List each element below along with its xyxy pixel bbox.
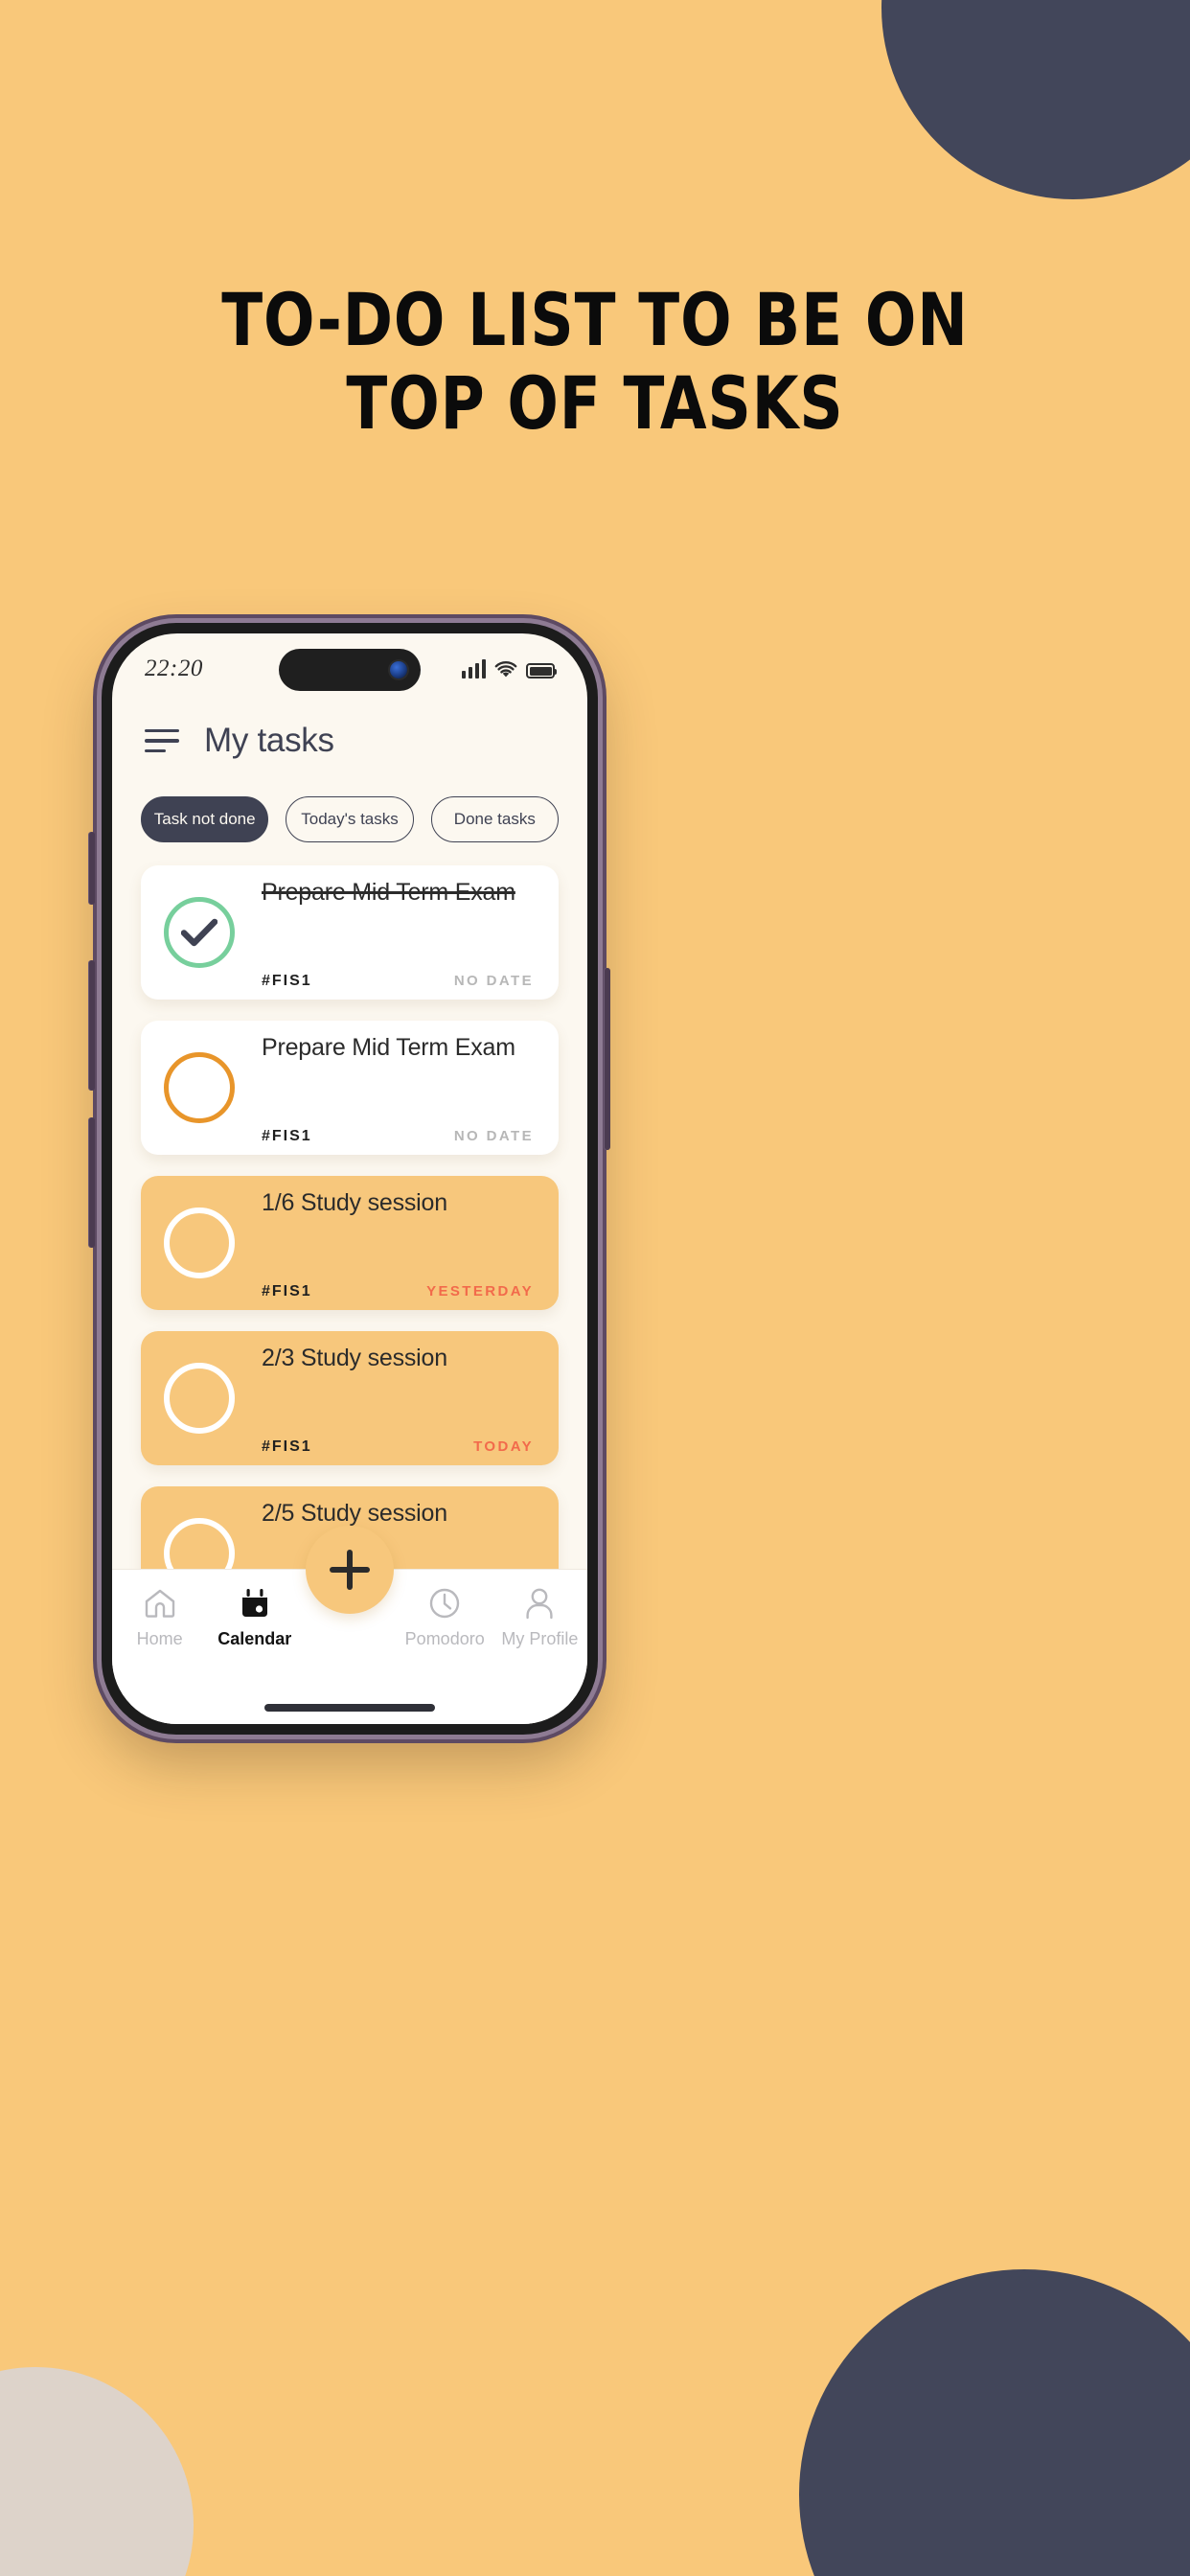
- nav-label: Calendar: [217, 1629, 292, 1648]
- task-content: 2/5 Study session #FINANCE 16 JUN: [262, 1486, 534, 1569]
- task-content: 1/6 Study session #FIS1 YESTERDAY: [262, 1176, 534, 1310]
- task-content: Prepare Mid Term Exam #FIS1 NO DATE: [262, 1021, 534, 1155]
- nav-label: My Profile: [501, 1629, 579, 1648]
- filter-chip-group: Task not done Today's tasks Done tasks: [112, 768, 587, 842]
- status-bar: 22:20: [112, 633, 587, 697]
- phone-volume-down-button: [89, 1117, 95, 1248]
- dynamic-island: [279, 649, 421, 691]
- hamburger-menu-icon[interactable]: [145, 728, 179, 753]
- task-date: TODAY: [473, 1438, 534, 1455]
- task-checkbox-unchecked[interactable]: [164, 1208, 235, 1278]
- nav-item-my-profile[interactable]: My Profile: [492, 1585, 587, 1649]
- battery-full-icon: [526, 663, 557, 678]
- filter-chip-done-tasks[interactable]: Done tasks: [430, 796, 559, 842]
- user-icon: [523, 1585, 556, 1622]
- task-list: Prepare Mid Term Exam #FIS1 NO DATE Prep…: [112, 842, 587, 1569]
- wifi-icon: [494, 660, 517, 678]
- page-title: My tasks: [204, 722, 334, 759]
- clock-icon: [428, 1585, 461, 1622]
- decorative-circle-top-right: [881, 0, 1190, 199]
- task-row[interactable]: Prepare Mid Term Exam #FIS1 NO DATE: [141, 865, 559, 1000]
- decorative-circle-bottom-left: [0, 2367, 194, 2576]
- nav-item-home[interactable]: Home: [112, 1585, 207, 1649]
- cellular-signal-icon: [461, 659, 486, 678]
- task-tag: #FIS1: [262, 973, 312, 989]
- phone-screen: 22:20 My tasks Task not done Today's tas…: [112, 633, 587, 1724]
- task-tag: #FIS1: [262, 1438, 312, 1455]
- task-meta: #FIS1 TODAY: [262, 1438, 534, 1456]
- nav-label: Pomodoro: [404, 1629, 485, 1648]
- task-title: 2/5 Study session: [262, 1500, 447, 1527]
- task-checkbox-checked[interactable]: [164, 897, 235, 968]
- phone-mockup: 22:20 My tasks Task not done Today's tas…: [89, 623, 610, 1735]
- phone-volume-up-button: [89, 960, 95, 1091]
- nav-label: Home: [136, 1629, 183, 1648]
- task-tag: #FIS1: [262, 1128, 312, 1144]
- phone-mute-switch: [89, 832, 95, 905]
- task-title: 2/3 Study session: [262, 1345, 447, 1371]
- task-checkbox-unchecked[interactable]: [164, 1363, 235, 1434]
- front-camera-icon: [390, 661, 407, 678]
- task-row[interactable]: Prepare Mid Term Exam #FIS1 NO DATE: [141, 1021, 559, 1155]
- poster-canvas: TO-DO LIST TO BE ON TOP OF TASKS 22:20 M…: [0, 0, 1190, 2576]
- filter-chip-todays-tasks[interactable]: Today's tasks: [286, 796, 414, 842]
- bottom-navigation-bar: Home Calendar Pomodoro My Profile: [112, 1526, 587, 1691]
- task-title: Prepare Mid Term Exam: [262, 1034, 515, 1061]
- nav-item-calendar[interactable]: Calendar: [207, 1585, 302, 1649]
- status-bar-icons: [461, 659, 557, 678]
- task-content: 2/3 Study session #FIS1 TODAY: [262, 1331, 534, 1465]
- task-meta: #FIS1 NO DATE: [262, 1128, 534, 1145]
- home-icon: [144, 1585, 176, 1622]
- calendar-icon: [240, 1585, 270, 1622]
- task-checkbox-unchecked[interactable]: [164, 1052, 235, 1123]
- task-content: Prepare Mid Term Exam #FIS1 NO DATE: [262, 865, 534, 1000]
- phone-power-button: [605, 968, 610, 1150]
- task-checkbox-unchecked[interactable]: [164, 1518, 235, 1569]
- task-row[interactable]: 2/3 Study session #FIS1 TODAY: [141, 1331, 559, 1465]
- poster-headline: TO-DO LIST TO BE ON TOP OF TASKS: [221, 277, 969, 447]
- task-title: Prepare Mid Term Exam: [262, 879, 515, 906]
- filter-chip-task-not-done[interactable]: Task not done: [141, 796, 269, 842]
- add-task-button[interactable]: [306, 1526, 394, 1614]
- task-row[interactable]: 1/6 Study session #FIS1 YESTERDAY: [141, 1176, 559, 1310]
- nav-item-pomodoro[interactable]: Pomodoro: [398, 1585, 492, 1649]
- home-indicator: [112, 1691, 587, 1724]
- task-date: NO DATE: [453, 973, 534, 989]
- app-header: My tasks: [112, 697, 587, 768]
- decorative-circle-bottom-right: [799, 2269, 1190, 2576]
- status-bar-clock: 22:20: [145, 656, 203, 681]
- task-meta: #FIS1 NO DATE: [262, 973, 534, 990]
- task-meta: #FIS1 YESTERDAY: [262, 1283, 534, 1300]
- check-icon: [181, 918, 217, 947]
- task-tag: #FIS1: [262, 1283, 312, 1300]
- task-date: NO DATE: [453, 1128, 534, 1144]
- task-date: YESTERDAY: [426, 1283, 534, 1300]
- task-title: 1/6 Study session: [262, 1189, 447, 1216]
